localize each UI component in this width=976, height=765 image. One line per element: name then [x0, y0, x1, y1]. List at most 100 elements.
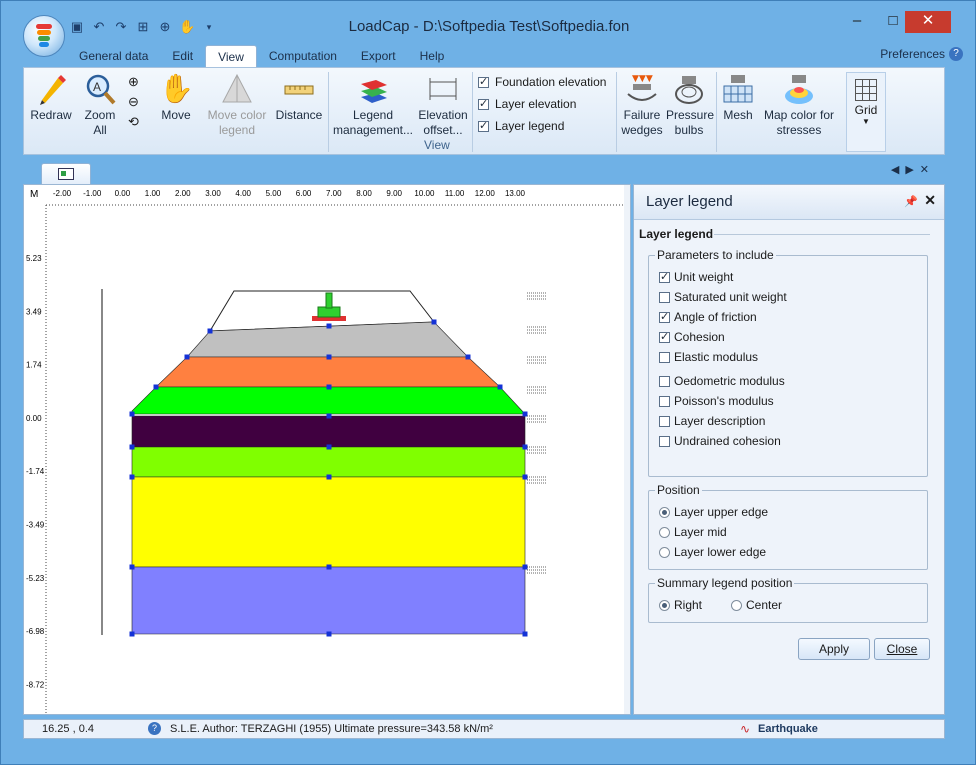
vertex-handle[interactable]: [431, 319, 437, 325]
vertex-handle[interactable]: [326, 474, 332, 480]
parameter-checkbox[interactable]: Layer description: [659, 414, 765, 428]
zoom-out-icon[interactable]: ⊖: [128, 94, 146, 114]
vertex-handle[interactable]: [522, 631, 528, 637]
tab-next-icon[interactable]: ▶: [905, 164, 919, 176]
vertex-handle[interactable]: [129, 631, 135, 637]
vertex-handle[interactable]: [326, 413, 332, 419]
parameter-checkbox[interactable]: Oedometric modulus: [659, 374, 785, 388]
parameter-checkbox[interactable]: Cohesion: [659, 330, 725, 344]
vertex-handle[interactable]: [326, 631, 332, 637]
radio-label: Right: [674, 598, 703, 612]
drawing-canvas[interactable]: M -2.00 -1.00 0.00 1.00 2.00 3.00 4.00 5.00 6.00…: [23, 184, 631, 715]
tab-export[interactable]: Export: [349, 45, 408, 67]
vertex-handle[interactable]: [326, 384, 332, 390]
tab-general-data[interactable]: General data: [67, 45, 160, 67]
help-icon[interactable]: ?: [949, 47, 963, 61]
parameter-checkbox[interactable]: Poisson's modulus: [659, 394, 774, 408]
close-window-button[interactable]: ✕: [905, 11, 951, 33]
minimize-button[interactable]: –: [837, 11, 877, 33]
vertex-handle[interactable]: [184, 354, 190, 360]
vertex-handle[interactable]: [129, 474, 135, 480]
canvas-splitter[interactable]: [624, 185, 630, 714]
tab-computation[interactable]: Computation: [257, 45, 349, 67]
summary-right-radio[interactable]: Right: [659, 598, 702, 612]
vertex-handle[interactable]: [326, 354, 332, 360]
parameter-checkbox[interactable]: Unit weight: [659, 270, 733, 284]
checkbox-label: Elastic modulus: [674, 350, 759, 364]
ruler-icon: [282, 72, 316, 106]
elevation-offset-button[interactable]: Elevation offset...: [416, 72, 470, 138]
move-color-legend-button[interactable]: Move color legend: [202, 72, 272, 138]
zoom-in-icon[interactable]: ⊕: [128, 74, 146, 94]
x-tick-label: 2.00: [175, 189, 191, 198]
move-color-legend-label: Move color legend: [207, 108, 267, 137]
vertex-handle[interactable]: [129, 411, 135, 417]
earthquake-label: Earthquake: [758, 723, 818, 735]
tab-prev-icon[interactable]: ◀: [891, 164, 905, 176]
tab-close-icon[interactable]: ✕: [920, 164, 935, 176]
parameter-checkbox[interactable]: Undrained cohesion: [659, 434, 781, 448]
status-help-icon[interactable]: ?: [148, 722, 161, 735]
vertex-handle[interactable]: [129, 564, 135, 570]
soil-layer: [131, 476, 526, 568]
map-color-stresses-button[interactable]: Map color for stresses: [760, 72, 838, 138]
checkbox-label: Unit weight: [674, 270, 734, 284]
position-radio[interactable]: Layer mid: [659, 525, 727, 539]
document-tab[interactable]: [41, 163, 91, 184]
tab-view[interactable]: View: [205, 45, 257, 68]
window-title: LoadCap - D:\Softpedia Test\Softpedia.fo…: [348, 18, 630, 35]
layer-elevation-checkbox[interactable]: Layer elevation: [478, 97, 576, 111]
preferences-link[interactable]: Preferences: [880, 47, 945, 61]
vertex-handle[interactable]: [326, 444, 332, 450]
vertex-handle[interactable]: [153, 384, 159, 390]
x-tick-label: 5.00: [266, 189, 282, 198]
app-logo-icon: [36, 24, 52, 47]
vertex-handle[interactable]: [207, 328, 213, 334]
close-button[interactable]: Close: [874, 638, 930, 660]
summary-center-radio[interactable]: Center: [731, 598, 782, 612]
apply-button[interactable]: Apply: [798, 638, 870, 660]
panel-close-icon[interactable]: ✕: [924, 192, 936, 209]
app-menu-button[interactable]: [23, 15, 65, 57]
move-button[interactable]: ✋ Move: [156, 72, 196, 123]
parameter-checkbox[interactable]: Angle of friction: [659, 310, 757, 324]
vertex-handle[interactable]: [129, 444, 135, 450]
stress-map-icon: [782, 72, 816, 106]
grid-button[interactable]: Grid ▼: [846, 72, 886, 152]
soil-layer: [155, 356, 501, 388]
zoom-previous-icon[interactable]: ⟲: [128, 114, 146, 134]
parameter-checkbox[interactable]: Saturated unit weight: [659, 290, 787, 304]
hand-icon: ✋: [159, 73, 194, 104]
position-radio[interactable]: Layer lower edge: [659, 545, 766, 559]
distance-button[interactable]: Distance: [274, 72, 324, 123]
vertex-handle[interactable]: [465, 354, 471, 360]
ribbon-separator: [616, 72, 617, 152]
redraw-button[interactable]: Redraw: [28, 72, 74, 123]
vertex-handle[interactable]: [522, 474, 528, 480]
tab-help[interactable]: Help: [408, 45, 457, 67]
failure-wedges-button[interactable]: ▼▼▼ Failure wedges: [618, 72, 666, 138]
layer-legend-checkbox[interactable]: Layer legend: [478, 119, 564, 133]
tab-edit[interactable]: Edit: [160, 45, 205, 67]
parameter-checkbox[interactable]: Elastic modulus: [659, 350, 758, 364]
pressure-bulbs-label: Pressure bulbs: [666, 108, 715, 137]
vertex-handle[interactable]: [326, 323, 332, 329]
vertex-handle[interactable]: [326, 564, 332, 570]
panel-subtitle: Layer legend: [639, 227, 714, 241]
foundation-elevation-checkbox[interactable]: Foundation elevation: [478, 75, 606, 89]
radio-label: Center: [746, 598, 783, 612]
vertex-handle[interactable]: [522, 564, 528, 570]
vertex-handle[interactable]: [497, 384, 503, 390]
vertex-handle[interactable]: [522, 411, 528, 417]
zoom-all-button[interactable]: A Zoom All: [80, 72, 120, 138]
mesh-button[interactable]: Mesh: [720, 72, 756, 123]
pressure-bulbs-button[interactable]: Pressure bulbs: [664, 72, 714, 138]
vertex-handle[interactable]: [522, 444, 528, 450]
pin-icon[interactable]: 📌: [904, 195, 918, 208]
distance-label: Distance: [275, 108, 323, 122]
elevation-offset-icon: [426, 72, 460, 106]
legend-management-button[interactable]: Legend management...: [330, 72, 416, 138]
position-radio[interactable]: Layer upper edge: [659, 505, 768, 519]
x-tick-label: 0.00: [115, 189, 131, 198]
radio-dot: [731, 599, 742, 611]
